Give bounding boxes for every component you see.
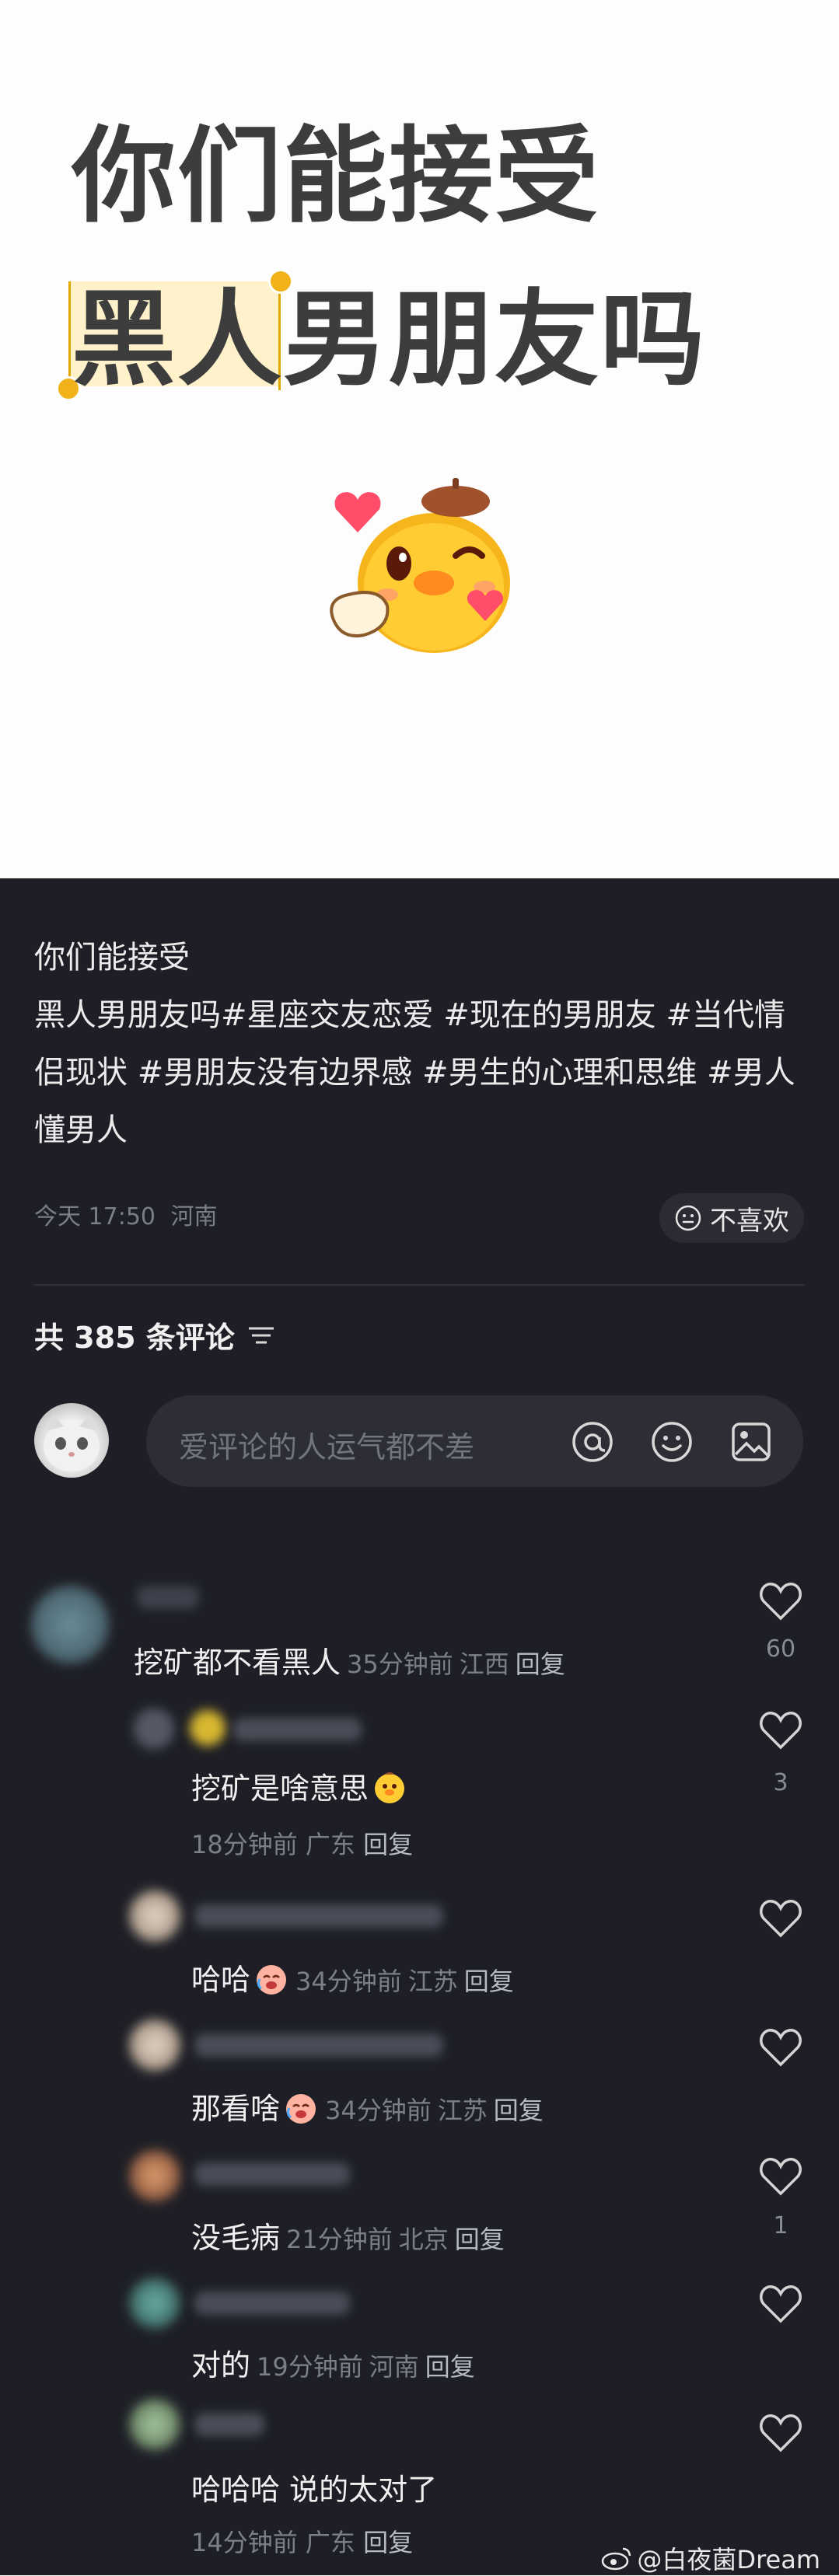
comment-input-placeholder: 爱评论的人运气都不差 [179,1430,475,1464]
like-heart-icon[interactable] [759,1581,802,1621]
post-time: 今天 17:50 [34,1203,156,1230]
commenter-badge [190,1710,225,1746]
comment-body: 那看啥 [191,2092,281,2126]
post-desc-line-1: 你们能接受 [34,940,190,976]
comment-body: 挖矿都不看黑人 [134,1646,341,1680]
comment-text: 哈哈 34分钟前 江苏 回复 [191,1956,514,1998]
weibo-logo-icon [602,2547,631,2571]
commenter-name-blurred[interactable] [233,1718,362,1741]
post-meta: 今天 17:50 河南 [34,1197,218,1231]
emoji-icon[interactable] [650,1420,694,1464]
comment-location: 江西 [459,1649,509,1679]
commenter-name-blurred[interactable] [194,2162,350,2186]
watermark-text: @白夜菌Dream [637,2545,820,2574]
commenter-avatar[interactable] [129,2150,180,2201]
commenter-avatar[interactable] [129,2278,180,2329]
commenter-name-blurred[interactable] [137,1586,199,1609]
like-heart-icon[interactable] [759,1710,802,1750]
comment-text: 挖矿都不看黑人 35分钟前 江西 回复 [134,1639,565,1681]
highlight-start-bar [68,281,71,390]
comment-location: 河南 [369,2352,419,2382]
comment-meta: 18分钟前 广东 回复 [191,1825,413,1861]
commenter-name-blurred[interactable] [194,1904,443,1928]
comment-location: 广东 [305,2528,355,2557]
highlighted-words: 黑人 [72,279,284,400]
comment-body: 对的 [191,2348,251,2382]
comment-location: 江苏 [437,2096,488,2125]
duck-emoji-icon [375,1772,405,1803]
like-heart-icon[interactable] [759,2284,802,2324]
dislike-label: 不喜欢 [710,1205,789,1237]
like-heart-icon[interactable] [759,2027,802,2068]
my-avatar[interactable] [34,1403,109,1478]
post-hashtags[interactable]: 黑人男朋友吗#星座交友恋爱 #现在的男朋友 #当代情侣现状 #男朋友没有边界感 … [34,986,812,1159]
comment-location: 广东 [305,1830,355,1859]
card-title-line-1: 你们能接受 [72,116,601,237]
duck-sticker-icon [330,478,510,653]
comment-time: 34分钟前 [295,1967,402,1996]
comment-count-label: 共 385 条评论 [34,1321,235,1355]
card-title-line-2: 黑人男朋友吗 [72,288,706,392]
divider [34,1284,805,1286]
comment-body: 没毛病 [191,2221,281,2255]
commenter-avatar[interactable] [134,1709,174,1749]
commenter-name-blurred[interactable] [194,2292,350,2315]
commenter-avatar[interactable] [129,2019,180,2071]
comment-text: 没毛病 21分钟前 北京 回复 [191,2214,505,2257]
reply-button[interactable]: 回复 [516,1649,565,1679]
comment-text: 挖矿是啥意思 [191,1764,407,1807]
commenter-avatar[interactable] [129,2399,180,2450]
commenter-name-blurred[interactable] [194,2033,443,2057]
comment-input[interactable]: 爱评论的人运气都不差 [146,1395,803,1487]
commenter-avatar[interactable] [31,1586,109,1663]
reply-button[interactable]: 回复 [363,1830,413,1859]
post-description: 你们能接受 黑人男朋友吗#星座交友恋爱 #现在的男朋友 #当代情侣现状 #男朋友… [34,929,812,1159]
like-heart-icon[interactable] [759,1898,802,1939]
comment-location: 江苏 [407,1967,458,1996]
comment-text: 那看啥 34分钟前 江苏 回复 [191,2085,544,2127]
reply-button[interactable]: 回复 [363,2528,413,2557]
comment-time: 19分钟前 [257,2352,363,2382]
comment-meta: 14分钟前 广东 回复 [191,2523,413,2559]
commenter-avatar[interactable] [129,1890,180,1942]
reply-button[interactable]: 回复 [425,2352,475,2382]
crying-laugh-emoji-icon [257,1965,287,1995]
comment-time: 34分钟前 [325,2096,432,2125]
dislike-button[interactable]: 不喜欢 [659,1193,804,1243]
comment-time: 14分钟前 [191,2528,298,2557]
comment-body: 哈哈 [191,1963,251,1997]
crying-laugh-emoji-icon [286,2094,316,2124]
card-title-rest: 男朋友吗 [283,279,707,400]
sort-filter-icon[interactable] [247,1324,275,1347]
at-mention-icon[interactable] [571,1420,614,1464]
post-location: 河南 [170,1203,218,1230]
comment-count-header: 共 385 条评论 [34,1314,275,1356]
weibo-watermark: @白夜菌Dream [601,2540,820,2576]
comment-text: 哈哈哈 说的太对了 [191,2473,438,2507]
cat-avatar-icon [44,1414,100,1471]
comment-body: 挖矿是啥意思 [191,1771,369,1806]
comment-time: 18分钟前 [191,1830,298,1859]
image-upload-icon[interactable] [729,1420,773,1464]
like-count: 60 [765,1635,796,1663]
reply-button[interactable]: 回复 [455,2225,505,2254]
like-heart-icon[interactable] [759,2156,802,2197]
like-count: 3 [773,1769,788,1796]
reply-button[interactable]: 回复 [464,1967,514,1996]
neutral-face-icon [675,1205,701,1231]
comment-time: 35分钟前 [347,1649,453,1679]
reply-button[interactable]: 回复 [494,2096,544,2125]
post-image-card[interactable]: 你们能接受 黑人男朋友吗 [0,0,839,878]
comment-time: 21分钟前 [286,2225,393,2254]
commenter-name-blurred[interactable] [194,2413,264,2436]
comment-location: 北京 [398,2225,449,2254]
comment-text: 对的 19分钟前 河南 回复 [191,2341,475,2384]
like-heart-icon[interactable] [759,2413,802,2453]
like-count: 1 [773,2212,788,2239]
